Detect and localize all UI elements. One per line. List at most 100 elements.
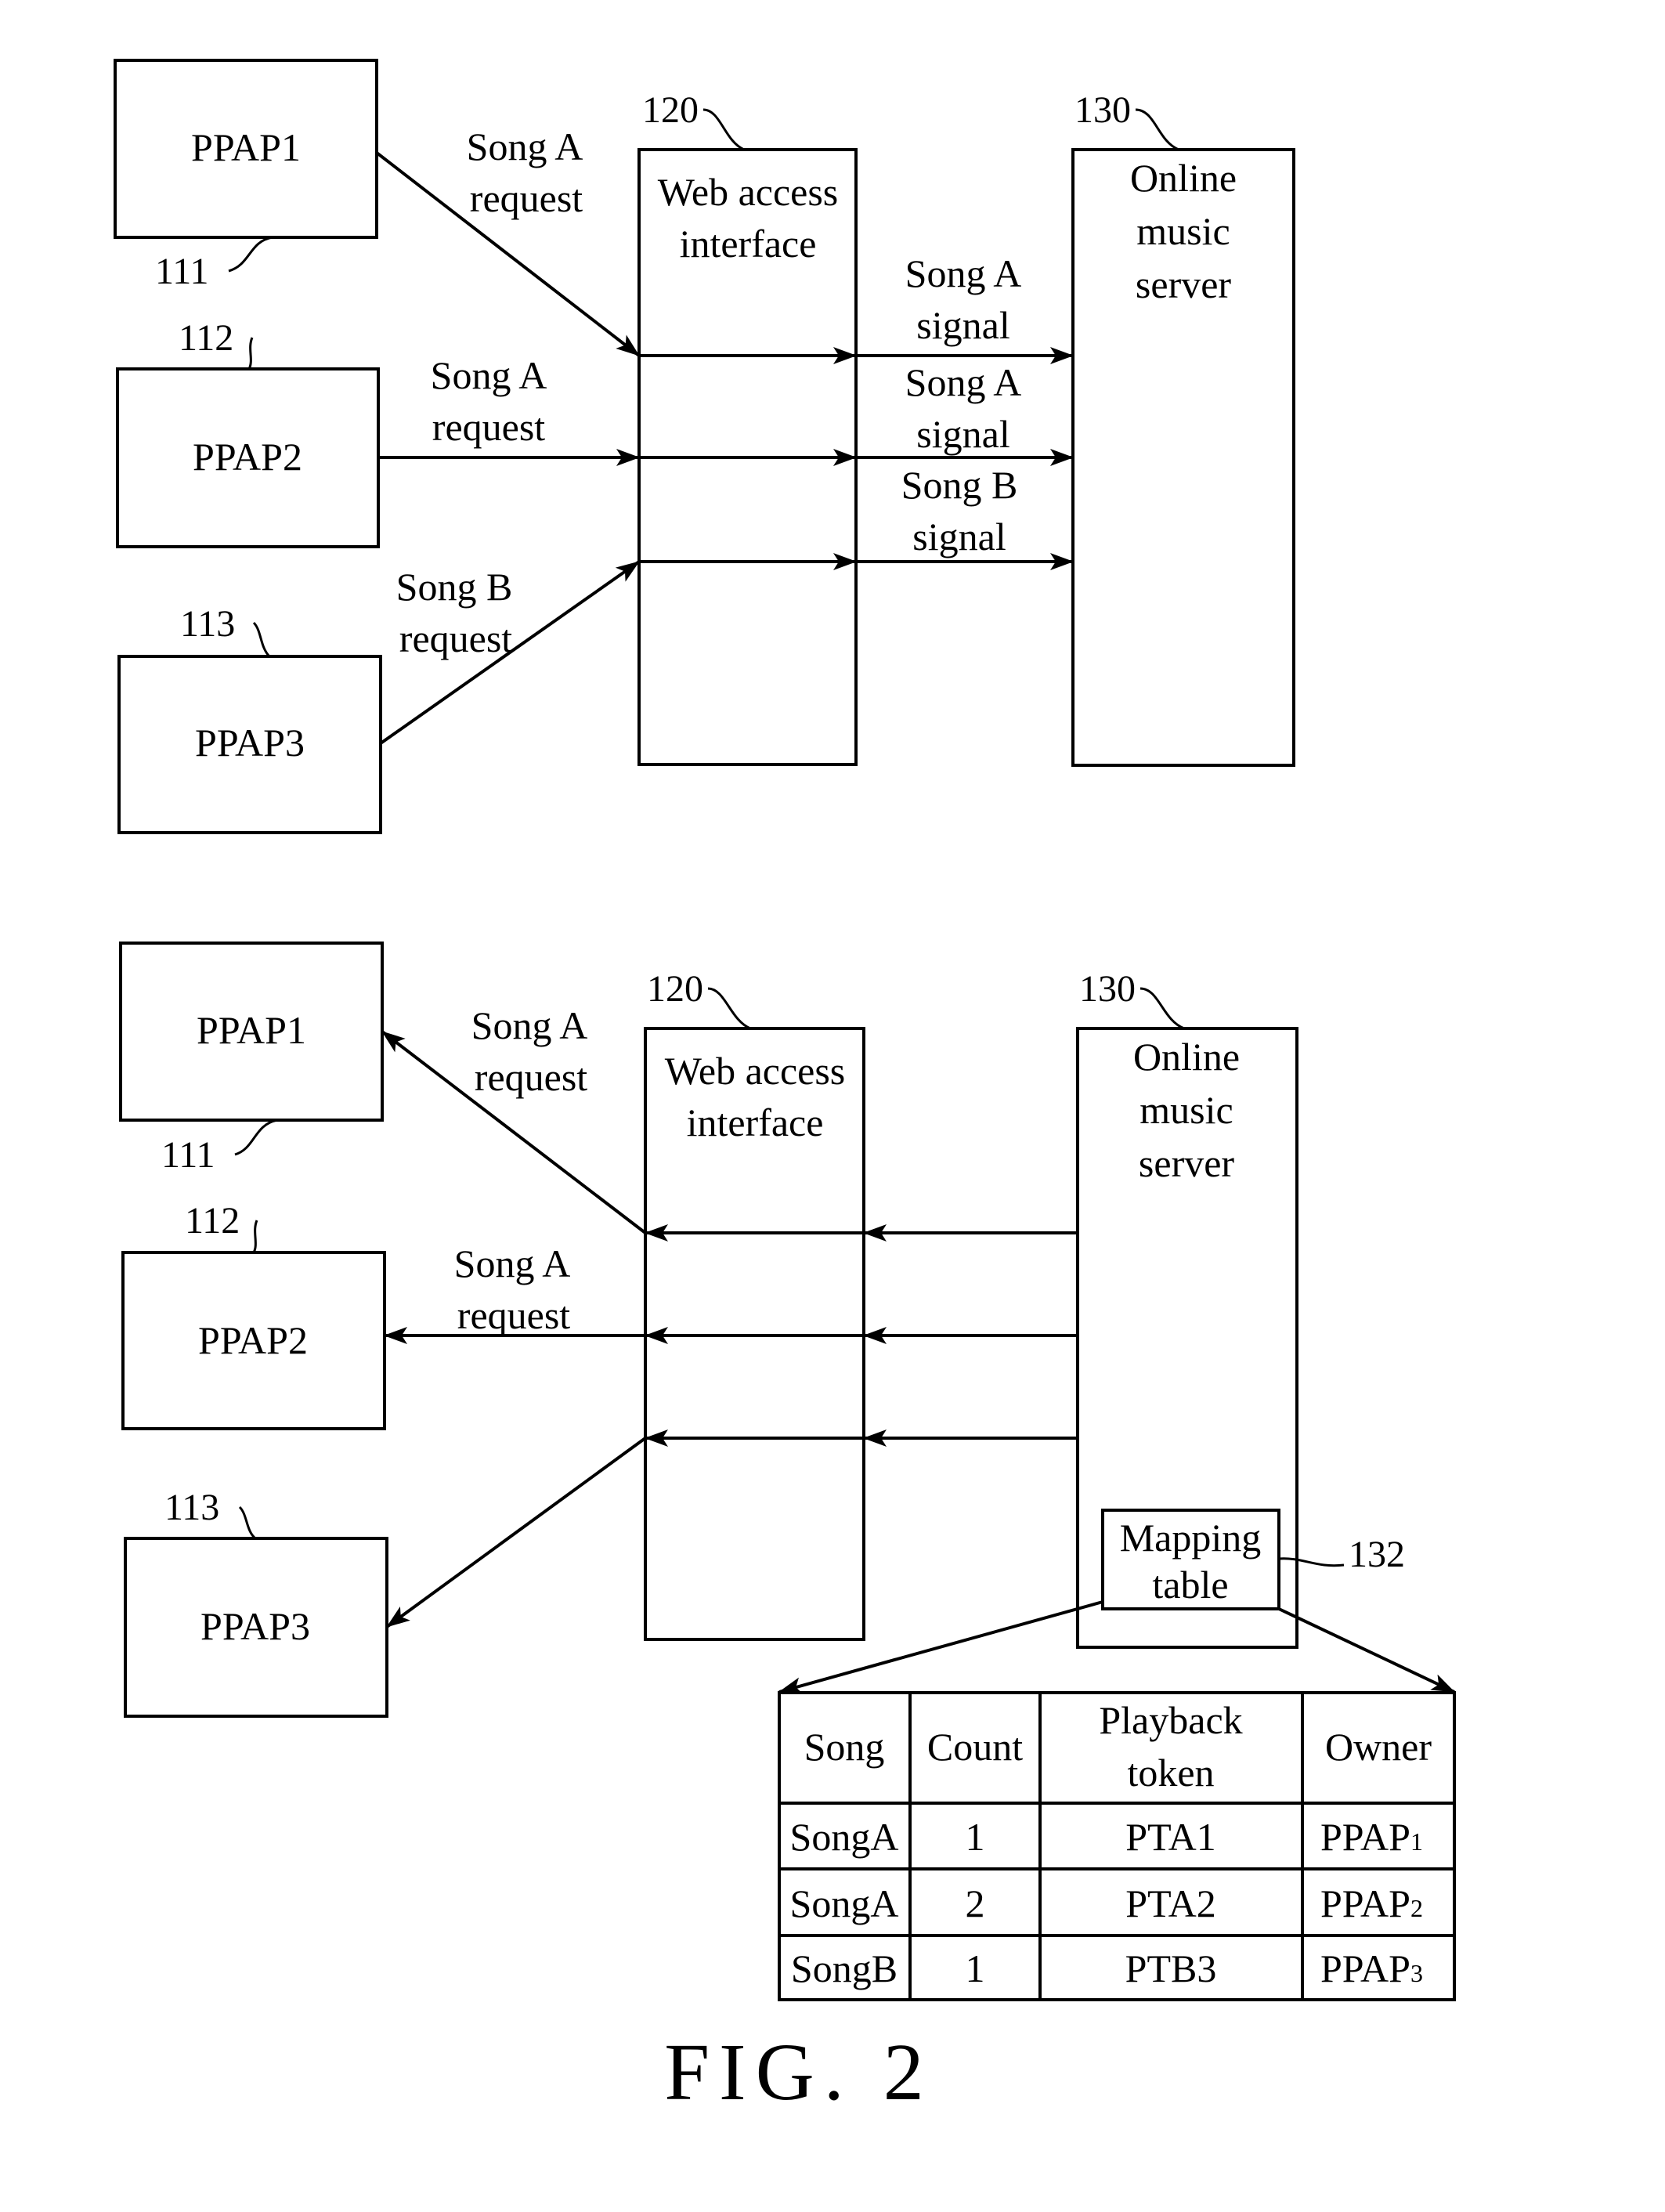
label-line2: request — [475, 1055, 587, 1099]
ref-leader-line — [702, 108, 745, 151]
ref-number: 111 — [161, 1134, 215, 1176]
cell-token: PTA1 — [1125, 1815, 1215, 1859]
ref-number: 113 — [164, 1487, 219, 1528]
server-label-line2: music — [1139, 1088, 1233, 1132]
cell-song: SongA — [790, 1815, 899, 1859]
ref-leader-line — [1135, 108, 1179, 151]
cell-token: PTB3 — [1125, 1946, 1217, 1990]
web-interface-label-line1: Web access — [658, 170, 839, 214]
mapping-table-label-line2: table — [1152, 1563, 1228, 1607]
label-line1: Song A — [905, 360, 1022, 404]
top-request-label-1: Song A request — [467, 125, 583, 220]
ref-number: 120 — [642, 89, 699, 131]
cell-count: 2 — [966, 1881, 985, 1925]
cell-owner: PPAP1 — [1320, 1815, 1423, 1859]
owner-name: PPAP — [1320, 1815, 1410, 1859]
ref-number: 112 — [179, 317, 233, 359]
owner-subscript: 3 — [1410, 1959, 1423, 1987]
cell-count: 1 — [966, 1815, 985, 1859]
cell-count: 1 — [966, 1946, 985, 1990]
bottom-web-access-interface: Web access interface 120 — [644, 968, 865, 1641]
expand-arrow-right — [1278, 1607, 1455, 1693]
label-line1: Song A — [431, 353, 547, 397]
ref-leader-line — [707, 987, 751, 1030]
bottom-client-ppap1: PPAP1 111 — [119, 942, 384, 1176]
top-client-ppap3: PPAP3 113 — [117, 603, 382, 834]
ref-leader-line — [252, 621, 271, 658]
label-line1: Song A — [905, 251, 1022, 295]
client-label: PPAP3 — [195, 721, 305, 764]
client-label: PPAP2 — [198, 1318, 308, 1362]
table-header-token-line2: token — [1127, 1751, 1214, 1795]
figure-caption: FIG. 2 — [664, 2027, 934, 2117]
owner-name: PPAP — [1320, 1946, 1410, 1990]
top-client-ppap1: PPAP1 111 — [114, 59, 378, 292]
label-line1: Song A — [471, 1003, 588, 1047]
ref-number: 130 — [1074, 89, 1131, 131]
label-line2: request — [457, 1293, 570, 1337]
server-label-line2: music — [1136, 209, 1230, 253]
server-label-line1: Online — [1130, 156, 1237, 200]
server-label-line3: server — [1136, 262, 1231, 306]
server-label-line3: server — [1139, 1141, 1234, 1185]
top-signal-label-2: Song A signal — [905, 360, 1022, 456]
ref-leader-line — [234, 1119, 278, 1156]
label-line1: Song B — [901, 463, 1018, 507]
ref-number: 111 — [155, 251, 208, 292]
top-online-music-server: Online music server 130 — [1071, 89, 1295, 767]
top-panel: PPAP1 111 PPAP2 112 PPAP3 113 Web access… — [114, 59, 1295, 834]
label-line1: Song A — [467, 125, 583, 168]
ref-number: 112 — [185, 1200, 240, 1242]
client-label: PPAP3 — [200, 1604, 310, 1648]
top-signal-label-3: Song B signal — [901, 463, 1018, 558]
bottom-client-ppap2: PPAP2 112 — [121, 1200, 386, 1430]
label-line2: request — [470, 176, 583, 220]
table-header-owner: Owner — [1325, 1725, 1432, 1769]
client-label: PPAP2 — [193, 435, 302, 479]
owner-name: PPAP — [1320, 1881, 1410, 1925]
cell-song: SongB — [791, 1946, 898, 1990]
cell-owner: PPAP3 — [1320, 1946, 1423, 1990]
table-header-count: Count — [927, 1725, 1023, 1769]
bottom-response-label-2: Song A request — [454, 1242, 571, 1337]
ref-leader-line — [238, 1505, 257, 1540]
mapping-table: Song Count Playback token Owner SongA 1 … — [778, 1691, 1456, 2001]
ref-number: 120 — [647, 968, 703, 1010]
label-line2: signal — [912, 515, 1006, 558]
owner-subscript: 1 — [1410, 1827, 1423, 1856]
server-label-line1: Online — [1133, 1035, 1240, 1079]
label-line2: request — [432, 405, 545, 449]
client-label: PPAP1 — [197, 1008, 306, 1052]
owner-subscript: 2 — [1410, 1894, 1423, 1922]
label-line1: Song A — [454, 1242, 571, 1285]
ref-number: 113 — [180, 603, 235, 645]
top-web-access-interface: Web access interface 120 — [637, 89, 858, 766]
mapping-table-label-line1: Mapping — [1120, 1516, 1262, 1560]
label-line2: signal — [916, 303, 1009, 347]
ref-leader-line — [228, 236, 273, 273]
top-request-label-3: Song B request — [396, 565, 513, 660]
ref-leader-line — [1139, 987, 1185, 1030]
label-line1: Song B — [396, 565, 513, 609]
mapping-table-box: Mapping table 132 — [1101, 1509, 1405, 1610]
table-header-token-line1: Playback — [1099, 1698, 1242, 1742]
arrow-web-to-ppap3 — [385, 1437, 647, 1628]
web-interface-label-line2: interface — [687, 1101, 824, 1144]
top-signal-label-1: Song A signal — [905, 251, 1022, 347]
top-request-label-2: Song A request — [431, 353, 547, 449]
cell-owner: PPAP2 — [1320, 1881, 1423, 1925]
label-line2: request — [399, 616, 512, 660]
cell-token: PTA2 — [1125, 1881, 1215, 1925]
ref-number: 132 — [1349, 1534, 1405, 1575]
label-line2: signal — [916, 412, 1009, 456]
ref-leader-line — [252, 1220, 258, 1253]
top-client-ppap2: PPAP2 112 — [116, 317, 380, 548]
web-interface-label-line1: Web access — [665, 1049, 846, 1093]
bottom-panel: PPAP1 111 PPAP2 112 PPAP3 113 Web access… — [119, 942, 1456, 2001]
fig2-diagram: PPAP1 111 PPAP2 112 PPAP3 113 Web access… — [114, 59, 1456, 2117]
bottom-response-label-1: Song A request — [471, 1003, 588, 1099]
web-interface-label-line2: interface — [680, 222, 817, 266]
cell-song: SongA — [790, 1881, 899, 1925]
ref-number: 130 — [1079, 968, 1136, 1010]
ref-leader-line — [247, 337, 254, 370]
